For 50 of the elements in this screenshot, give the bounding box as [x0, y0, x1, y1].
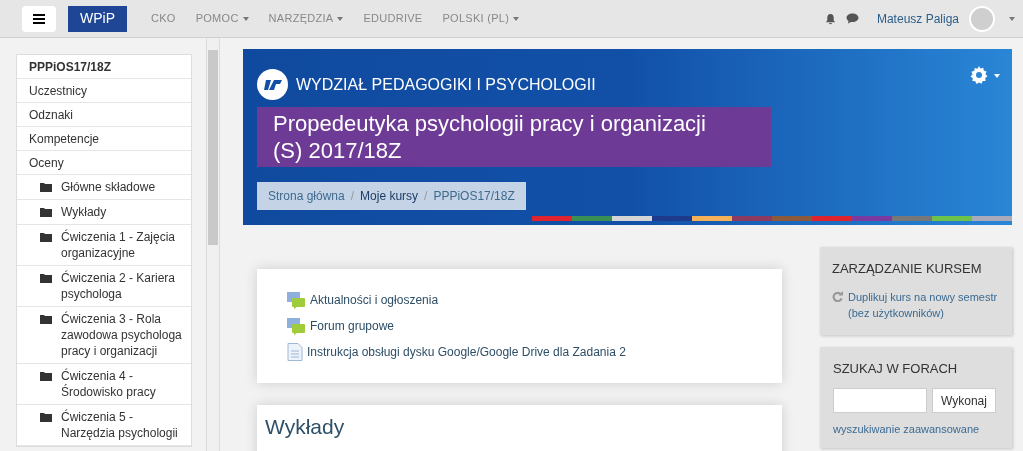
- document-icon: [287, 343, 303, 361]
- breadcrumb-separator: /: [424, 188, 428, 205]
- course-title: Propedeutyka psychologii pracy i organizacji (S) 2017/18Z: [257, 107, 771, 167]
- faculty-name: WYDZIAŁ PEDAGOGIKI I PSYCHOLOGII: [296, 74, 596, 95]
- forum-icon: [287, 291, 306, 309]
- search-button[interactable]: Wykonaj: [932, 388, 996, 413]
- breadcrumb-link[interactable]: Moje kursy: [360, 187, 419, 205]
- refresh-icon: [832, 290, 843, 302]
- sidebar-item[interactable]: Ćwiczenia 4 - Środowisko pracy: [61, 368, 185, 400]
- bell-icon[interactable]: [824, 12, 836, 25]
- scrollbar[interactable]: [206, 38, 220, 451]
- folder-icon: [40, 371, 52, 381]
- folder-icon: [40, 273, 52, 283]
- sidebar-item[interactable]: Wykłady: [61, 204, 107, 220]
- activity-link[interactable]: Aktualności i ogłoszenia: [310, 291, 439, 309]
- breadcrumb-link[interactable]: PPPiOS17/18Z: [433, 187, 515, 205]
- forum-icon: [287, 317, 306, 335]
- block-title: SZUKAJ W FORACH: [833, 359, 959, 378]
- university-logo-icon: [257, 69, 288, 100]
- breadcrumb-separator: /: [350, 188, 355, 205]
- sidebar-item[interactable]: Odznaki: [17, 103, 191, 127]
- sidebar-item[interactable]: Ćwiczenia 2 - Kariera psychologa: [61, 270, 185, 302]
- activity-link[interactable]: Forum grupowe: [310, 317, 395, 335]
- user-name[interactable]: Mateusz Paliga: [876, 9, 959, 28]
- brand-logo[interactable]: WPiP: [68, 5, 127, 32]
- folder-icon: [40, 232, 52, 242]
- sidebar-item[interactable]: Główne składowe: [61, 179, 156, 195]
- folder-icon: [40, 412, 52, 422]
- sidebar-item[interactable]: Ćwiczenia 3 - Rola zawodowa psychologa pracy i organizacji: [61, 311, 185, 359]
- caret-icon: [1009, 16, 1015, 21]
- menu-button[interactable]: [22, 5, 56, 32]
- search-field[interactable]: [833, 388, 927, 413]
- sidebar-item[interactable]: Ćwiczenia 1 - Zajęcia organizacyjne: [61, 229, 185, 261]
- folder-icon: [40, 207, 52, 217]
- course-shortname[interactable]: PPPiOS17/18Z: [17, 55, 191, 79]
- folder-icon: [40, 314, 52, 324]
- section-title: Wykłady: [265, 414, 346, 440]
- activity-link[interactable]: Instrukcja obsługi dysku Google/Google Drive dla Zadania 2: [307, 343, 626, 361]
- block-title: ZARZĄDZANIE KURSEM: [832, 260, 983, 278]
- chat-bubble-icon[interactable]: [845, 13, 859, 24]
- sidebar-item[interactable]: Kompetencje: [17, 127, 191, 151]
- settings-caret-icon[interactable]: [994, 74, 1000, 78]
- sidebar-item[interactable]: Uczestnicy: [17, 79, 191, 103]
- folder-icon: [40, 182, 52, 192]
- duplicate-course-link[interactable]: Duplikuj kurs na nowy semestr (bez użytkowników): [848, 288, 1000, 321]
- sidebar-item[interactable]: Ćwiczenia 5 - Narzędzia psychologii: [61, 409, 185, 441]
- advanced-search-link[interactable]: wyszukiwanie zaawansowane: [833, 421, 999, 438]
- sidebar-item[interactable]: Oceny: [17, 151, 191, 175]
- breadcrumb-link[interactable]: Strona główna: [268, 187, 345, 205]
- settings-gear-icon[interactable]: [970, 66, 988, 84]
